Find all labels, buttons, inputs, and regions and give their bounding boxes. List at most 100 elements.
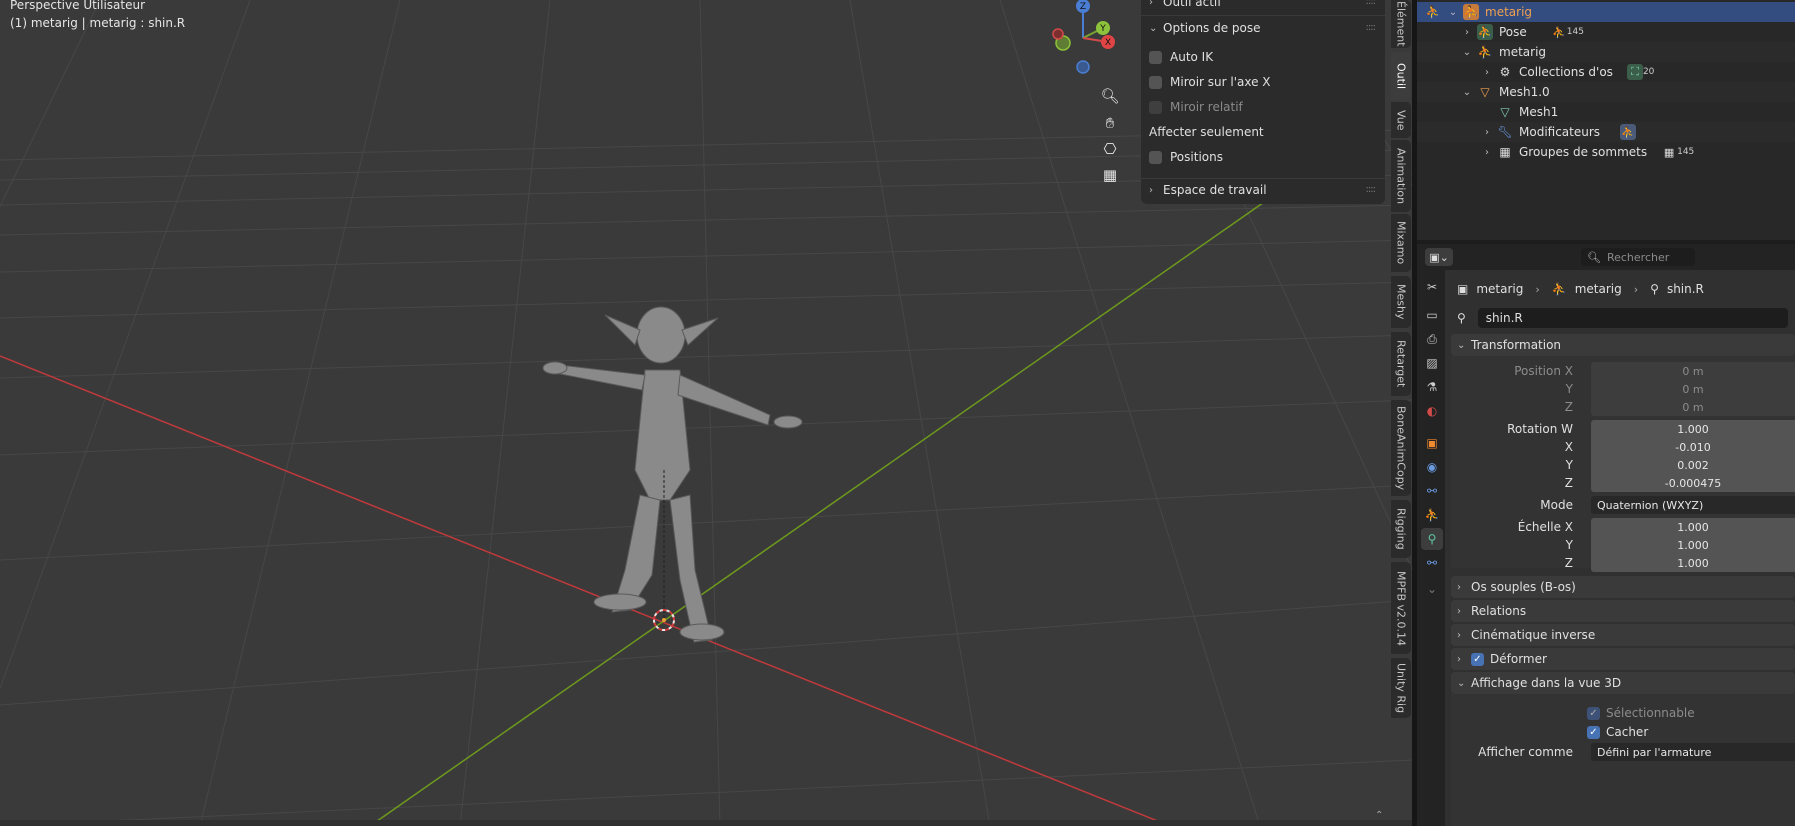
pan-hand-icon[interactable]: ✋︎ [1097, 110, 1123, 136]
panel-relations[interactable]: › Relations [1451, 600, 1795, 622]
mesh-object-icon: ▽ [1480, 85, 1490, 99]
search-input[interactable]: 🔍︎ Rechercher [1581, 248, 1695, 266]
zoom-icon[interactable]: 🔍︎ [1097, 83, 1123, 109]
hide-row: ✓ Cacher [1451, 723, 1795, 741]
mirror-x-checkbox[interactable]: Miroir sur l'axe X [1149, 72, 1271, 92]
bone-icon[interactable]: ⚲ [1421, 528, 1443, 550]
tab-boneanimcopy[interactable]: BoneAnimCopy [1391, 400, 1411, 496]
world-icon[interactable]: ◐ [1421, 400, 1443, 422]
outliner-row-mesh-object[interactable]: ⌄ ▽ Mesh1.0 [1417, 82, 1795, 102]
tab-meshy[interactable]: Meshy [1391, 276, 1411, 328]
chevron-right-icon[interactable]: › [1461, 27, 1473, 38]
outliner-row-metarig-object[interactable]: ⛹ ⌄ ⛹ metarig [1417, 2, 1795, 22]
tab-element[interactable]: Élément [1391, 0, 1411, 48]
constraints-icon[interactable]: ⚯ [1421, 480, 1443, 502]
checkbox-icon[interactable] [1149, 50, 1162, 64]
chevron-right-icon[interactable]: › [1481, 147, 1493, 158]
scale-x-field[interactable]: 1.000 [1591, 518, 1795, 536]
bone-collections-icon: ⚙ [1499, 65, 1511, 79]
pose-icon: ⛹ [1477, 24, 1493, 40]
tab-unity-rig[interactable]: Unity Rig [1391, 658, 1411, 718]
3d-viewport[interactable]: Perspective Utilisateur (1) metarig | me… [0, 0, 1412, 826]
positions-checkbox[interactable]: Positions [1149, 147, 1223, 167]
chevron-right-icon: › [1457, 653, 1461, 665]
chevron-up-icon[interactable]: ⌃ [1375, 810, 1383, 821]
output-icon[interactable]: ⎙ [1421, 328, 1443, 350]
properties-editor[interactable]: ▣⌄ 🔍︎ Rechercher ✂ ▭ ⎙ ▨ ⚗ ◐ ▣ ◉ ⚯ ⛹ ⚲ ⚯… [1417, 244, 1795, 826]
tab-view[interactable]: Vue [1391, 102, 1411, 138]
chevron-right-icon[interactable]: › [1481, 67, 1493, 78]
tab-mpfb[interactable]: MPFB v2.0.14 [1391, 562, 1411, 654]
section-active-tool[interactable]: › Outil actif [1149, 0, 1221, 12]
bone-name-field[interactable]: shin.R [1477, 308, 1788, 328]
scene-icon[interactable]: ⚗ [1421, 376, 1443, 398]
rotation-mode-dropdown[interactable]: Quaternion (WXYZ) [1591, 496, 1795, 514]
panel-bendy-bones[interactable]: › Os souples (B-os) [1451, 576, 1795, 598]
tab-rigging[interactable]: Rigging [1391, 500, 1411, 558]
outliner-row-modifiers[interactable]: › 🔧︎ Modificateurs ⛹ [1417, 122, 1795, 142]
drag-grip-icon[interactable]: :::: [1366, 184, 1377, 195]
editor-type-button[interactable]: ▣⌄ [1425, 248, 1453, 266]
outliner-row-pose[interactable]: › ⛹ Pose ⛹ 145 [1417, 22, 1795, 42]
armature-data-icon[interactable]: ⛹ [1421, 504, 1443, 526]
outliner[interactable]: ⛹ ⌄ ⛹ metarig › ⛹ Pose ⛹ 145 ⌄ ⛹ metarig … [1417, 0, 1795, 240]
position-x-row: Position X 0 m [1451, 362, 1795, 380]
chevron-right-icon: › [1457, 581, 1461, 593]
view-layer-icon[interactable]: ▨ [1421, 352, 1443, 374]
display-as-dropdown[interactable]: Défini par l'armature [1591, 743, 1795, 761]
bone-collection-icon: ⛶ [1626, 64, 1643, 80]
section-pose-options[interactable]: ⌄ Options de pose [1149, 18, 1261, 38]
outliner-row-bone-collections[interactable]: › ⚙ Collections d'os ⛶ 20 [1417, 62, 1795, 82]
deform-checkbox[interactable]: ✓ [1471, 652, 1484, 666]
chevron-down-icon[interactable]: ⌄ [1461, 87, 1473, 98]
navigation-gizmo[interactable]: Z Y X [1045, 0, 1120, 75]
tab-mixamo[interactable]: Mixamo [1391, 214, 1411, 272]
section-workspace[interactable]: › Espace de travail [1149, 180, 1267, 200]
auto-ik-checkbox[interactable]: Auto IK [1149, 47, 1213, 67]
drag-grip-icon[interactable]: :::: [1366, 0, 1377, 7]
rotation-w-field[interactable]: 1.000 [1591, 420, 1795, 438]
outliner-row-mesh-data[interactable]: ▽ Mesh1 [1417, 102, 1795, 122]
render-icon[interactable]: ▭ [1421, 304, 1443, 326]
scale-z-field[interactable]: 1.000 [1591, 554, 1795, 572]
panel-transformation[interactable]: ⌄ Transformation [1451, 334, 1795, 356]
chevron-right-icon[interactable]: › [1481, 127, 1493, 138]
camera-icon[interactable]: ⎔ [1097, 136, 1123, 162]
drag-grip-icon[interactable]: :::: [1366, 22, 1377, 33]
rotation-x-field[interactable]: -0.010 [1591, 438, 1795, 456]
tab-retarget[interactable]: Retarget [1391, 332, 1411, 396]
position-y-row: Y 0 m [1451, 380, 1795, 398]
panel-inverse-kinematics[interactable]: › Cinématique inverse [1451, 624, 1795, 646]
chevron-down-icon[interactable]: ⌄ [1421, 578, 1443, 600]
rotation-z-field[interactable]: -0.000475 [1591, 474, 1795, 492]
rotation-y-field[interactable]: 0.002 [1591, 456, 1795, 474]
selectable-checkbox: ✓ [1587, 706, 1600, 720]
outliner-row-vertex-groups[interactable]: › ▦ Groupes de sommets ▦ 145 [1417, 142, 1795, 162]
grid-view-icon[interactable]: ▦ [1097, 162, 1123, 188]
position-x-field[interactable]: 0 m [1591, 362, 1795, 380]
tool-icon[interactable]: ✂ [1421, 276, 1443, 298]
vertex-group-count-badge: ▦ 145 [1661, 144, 1694, 160]
object-icon[interactable]: ▣ [1421, 432, 1443, 454]
bone-constraints-icon[interactable]: ⚯ [1421, 552, 1443, 574]
scale-x-row: Échelle X 1.000 [1451, 518, 1795, 536]
display-as-row: Afficher comme Défini par l'armature [1451, 743, 1795, 761]
position-y-field[interactable]: 0 m [1591, 380, 1795, 398]
position-z-field[interactable]: 0 m [1591, 398, 1795, 416]
checkbox-icon[interactable] [1149, 150, 1162, 164]
scale-z-row: Z 1.000 [1451, 554, 1795, 572]
transformation-body: Position X 0 m Y 0 m Z 0 m Rotation W 1.… [1451, 356, 1795, 572]
checkbox-icon[interactable] [1149, 75, 1162, 89]
y-axis-line [369, 197, 1271, 826]
position-z-row: Z 0 m [1451, 398, 1795, 416]
tab-animation[interactable]: Animation [1391, 140, 1411, 212]
panel-deform[interactable]: › ✓ Déformer [1451, 648, 1795, 670]
scale-y-field[interactable]: 1.000 [1591, 536, 1795, 554]
chevron-down-icon[interactable]: ⌄ [1447, 7, 1459, 18]
outliner-row-metarig-data[interactable]: ⌄ ⛹ metarig [1417, 42, 1795, 62]
tab-tool[interactable]: Outil [1391, 52, 1411, 100]
physics-icon[interactable]: ◉ [1421, 456, 1443, 478]
panel-viewport-display[interactable]: ⌄ Affichage dans la vue 3D [1451, 672, 1795, 694]
hide-checkbox[interactable]: ✓ [1587, 725, 1600, 739]
chevron-down-icon[interactable]: ⌄ [1461, 47, 1473, 58]
